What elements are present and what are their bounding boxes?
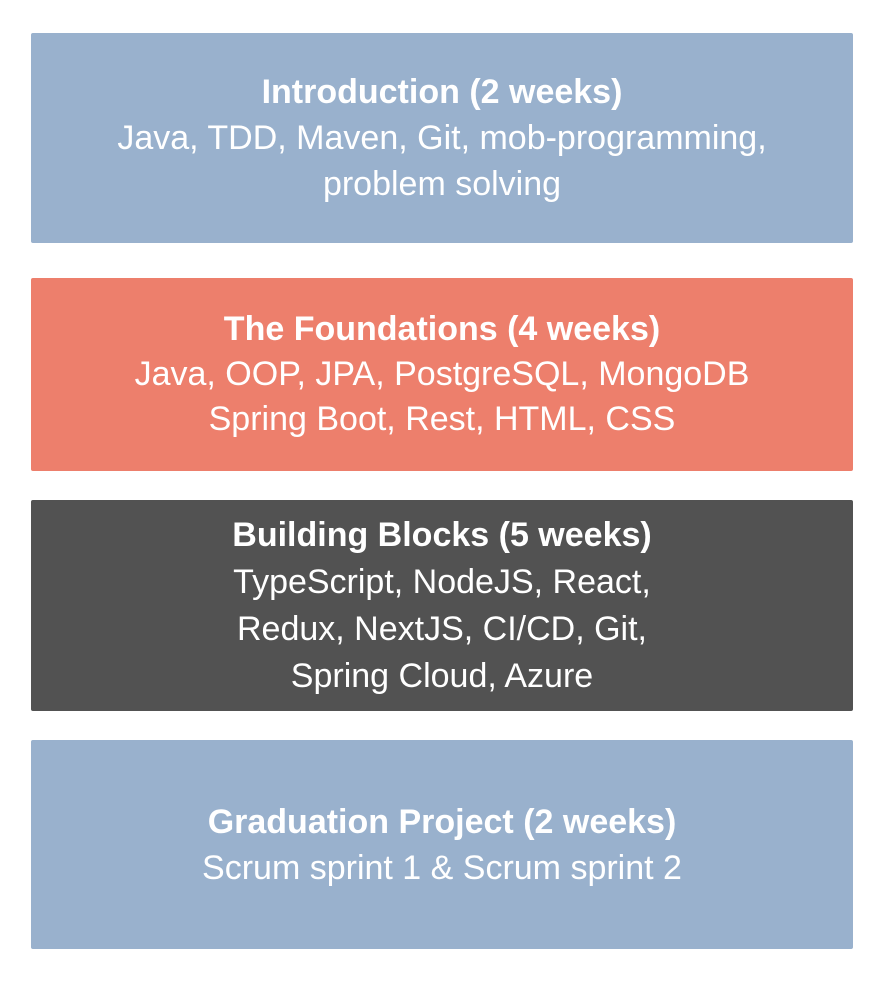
block-topics-line: Scrum sprint 1 & Scrum sprint 2	[202, 848, 682, 887]
block-topics-line: Java, OOP, JPA, PostgreSQL, MongoDB	[134, 355, 750, 393]
block-topics-line: Redux, NextJS, CI/CD, Git,	[237, 609, 647, 648]
block-topics-line: Java, TDD, Maven, Git, mob-programming,	[117, 119, 767, 157]
block-title: The Foundations (4 weeks)	[223, 310, 661, 348]
block-topics-line: TypeScript, NodeJS, React,	[233, 562, 651, 601]
curriculum-block-introduction: Introduction (2 weeks) Java, TDD, Maven,…	[31, 33, 853, 243]
block-topics-line: Spring Boot, Rest, HTML, CSS	[208, 400, 676, 438]
curriculum-block-building-blocks: Building Blocks (5 weeks) TypeScript, No…	[31, 500, 853, 711]
block-topics-line: problem solving	[322, 165, 562, 203]
block-title: Graduation Project (2 weeks)	[207, 802, 677, 841]
block-title: Introduction (2 weeks)	[261, 73, 623, 111]
curriculum-block-foundations: The Foundations (4 weeks) Java, OOP, JPA…	[31, 278, 853, 471]
block-title: Building Blocks (5 weeks)	[232, 515, 652, 554]
block-topics-line: Spring Cloud, Azure	[290, 656, 594, 695]
curriculum-block-graduation-project: Graduation Project (2 weeks) Scrum sprin…	[31, 740, 853, 949]
